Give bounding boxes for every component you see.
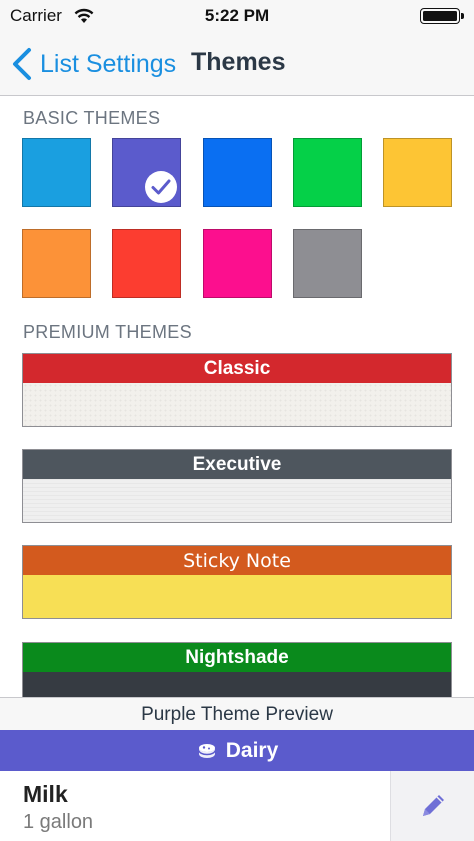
theme-swatch[interactable] bbox=[22, 229, 91, 298]
premium-theme-classic[interactable]: Classic bbox=[22, 353, 452, 427]
edit-item-button[interactable] bbox=[390, 771, 474, 841]
theme-swatch[interactable] bbox=[293, 229, 362, 298]
paper-texture bbox=[23, 479, 451, 522]
status-time: 5:22 PM bbox=[204, 6, 270, 25]
premium-theme-name: Nightshade bbox=[185, 646, 289, 668]
theme-swatch[interactable] bbox=[112, 138, 181, 207]
premium-theme-name: Executive bbox=[192, 453, 282, 475]
back-button-label: List Settings bbox=[40, 49, 177, 78]
checkmark-icon bbox=[145, 171, 177, 203]
premium-theme-name: Classic bbox=[203, 357, 271, 379]
status-bar: Carrier 5:22 PM bbox=[0, 0, 474, 32]
navigation-bar: List Settings Themes bbox=[0, 32, 474, 96]
premium-theme-banner: Executive bbox=[23, 450, 451, 479]
theme-swatch[interactable] bbox=[22, 138, 91, 207]
premium-theme-banner: Classic bbox=[23, 354, 451, 383]
premium-theme-banner: Nightshade bbox=[23, 643, 451, 672]
category-name: Dairy bbox=[225, 738, 279, 762]
item-quantity: 1 gallon bbox=[23, 811, 94, 833]
back-button[interactable]: List Settings bbox=[10, 46, 176, 82]
cheese-icon bbox=[197, 743, 216, 758]
paper-texture bbox=[23, 383, 451, 426]
premium-theme-sticky-note[interactable]: Sticky Note bbox=[22, 545, 452, 619]
theme-swatch[interactable] bbox=[203, 229, 272, 298]
preview-label: Purple Theme Preview bbox=[0, 697, 474, 730]
battery-icon bbox=[420, 8, 464, 24]
paper-texture bbox=[23, 575, 451, 618]
theme-swatch[interactable] bbox=[203, 138, 272, 207]
premium-theme-banner: Sticky Note bbox=[23, 546, 451, 575]
premium-theme-name: Sticky Note bbox=[183, 549, 291, 572]
premium-theme-executive[interactable]: Executive bbox=[22, 449, 452, 523]
theme-swatch[interactable] bbox=[383, 138, 452, 207]
list-item[interactable]: Milk 1 gallon bbox=[0, 771, 474, 841]
basic-themes-header: BASIC THEMES bbox=[23, 108, 161, 128]
item-name: Milk bbox=[23, 781, 68, 807]
page-title: Themes bbox=[191, 48, 286, 76]
theme-swatch[interactable] bbox=[112, 229, 181, 298]
premium-themes-header: PREMIUM THEMES bbox=[23, 322, 192, 342]
theme-swatch[interactable] bbox=[293, 138, 362, 207]
chevron-left-icon bbox=[13, 48, 31, 80]
category-header: Dairy bbox=[0, 730, 474, 771]
pencil-icon bbox=[422, 795, 444, 816]
